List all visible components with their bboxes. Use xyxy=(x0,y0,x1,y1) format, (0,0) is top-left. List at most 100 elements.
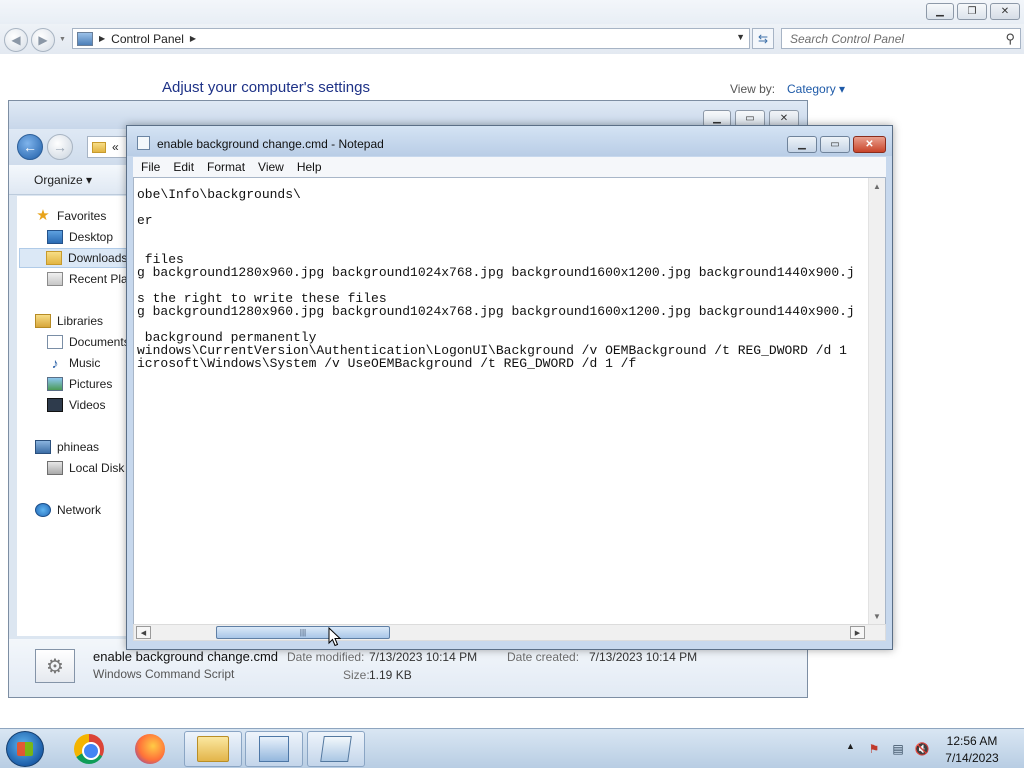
taskbar-notepad[interactable] xyxy=(307,731,365,767)
menu-file[interactable]: File xyxy=(141,160,160,174)
pictures-icon xyxy=(47,377,63,391)
editor-line[interactable] xyxy=(137,227,855,240)
taskbar-file-explorer[interactable] xyxy=(184,731,242,767)
downloads-folder-icon xyxy=(46,251,62,265)
editor-line[interactable]: g background1280x960.jpg background1024x… xyxy=(137,266,855,279)
disk-drive-icon xyxy=(47,461,63,475)
nav-label: Documents xyxy=(69,335,130,349)
scroll-left-icon: ◀ xyxy=(140,629,147,637)
menu-edit[interactable]: Edit xyxy=(173,160,194,174)
nav-computer[interactable]: phineas xyxy=(35,437,99,457)
details-size-label: Size: xyxy=(343,668,370,682)
volume-muted-icon[interactable]: 🔇 xyxy=(914,741,930,757)
back-button[interactable]: ◀ xyxy=(4,28,28,52)
editor-line[interactable] xyxy=(137,201,855,214)
folder-icon xyxy=(92,141,106,153)
clock-time: 12:56 AM xyxy=(946,734,998,748)
details-created-value: 7/13/2023 10:14 PM xyxy=(589,650,698,664)
page-title: Adjust your computer's settings xyxy=(162,79,370,96)
details-size-value: 1.19 KB xyxy=(369,668,412,682)
breadcrumb-control-panel[interactable]: Control Panel xyxy=(111,32,184,46)
network-status-icon[interactable]: ▤ xyxy=(890,741,906,757)
nav-network[interactable]: Network xyxy=(35,500,101,520)
menu-view[interactable]: View xyxy=(258,160,284,174)
nav-desktop[interactable]: Desktop xyxy=(47,227,113,247)
nav-pictures[interactable]: Pictures xyxy=(47,374,112,394)
scroll-down-icon[interactable]: ▼ xyxy=(873,612,881,621)
search-icon[interactable]: ⚲ xyxy=(1005,31,1015,47)
nav-label: phineas xyxy=(57,440,100,454)
nav-music[interactable]: ♪ Music xyxy=(47,353,101,373)
notepad-titlebar[interactable]: enable background change.cmd - Notepad ▁… xyxy=(127,126,892,156)
script-file-icon: ⚙ xyxy=(35,649,75,683)
nav-label: Desktop xyxy=(69,230,114,244)
recent-places-icon xyxy=(47,272,63,286)
minimize-button[interactable]: ▁ xyxy=(787,136,817,153)
scroll-left-button[interactable]: ◀ xyxy=(136,626,151,639)
grip-icon: ||| xyxy=(299,628,307,637)
taskbar: ▲ ⚑ ▤ 🔇 12:56 AM 7/14/2023 xyxy=(0,728,1024,768)
firefox-icon xyxy=(135,734,165,764)
organize-button[interactable]: Organize ▾ xyxy=(34,173,92,187)
view-by-dropdown[interactable]: Category ▾ xyxy=(787,82,845,96)
clock-date: 7/14/2023 xyxy=(945,751,999,765)
scroll-right-button[interactable]: ▶ xyxy=(850,626,865,639)
chevron-down-icon[interactable]: ▼ xyxy=(736,32,745,42)
close-button[interactable]: ✕ xyxy=(990,3,1020,20)
details-modified-value: 7/13/2023 10:14 PM xyxy=(369,650,478,664)
recent-pages-icon[interactable]: ▼ xyxy=(59,36,66,43)
nav-documents[interactable]: Documents xyxy=(47,332,130,352)
taskbar-chrome[interactable] xyxy=(60,731,118,767)
nav-libraries[interactable]: Libraries xyxy=(35,311,103,331)
maximize-button[interactable]: ▭ xyxy=(820,136,850,153)
editor-line[interactable]: obe\Info\backgrounds\ xyxy=(137,188,855,201)
start-button[interactable] xyxy=(6,731,44,767)
mouse-cursor-icon xyxy=(328,627,342,647)
taskbar-firefox[interactable] xyxy=(121,731,179,767)
details-filename: enable background change.cmd xyxy=(93,649,279,664)
search-input[interactable]: Search Control Panel ⚲ xyxy=(781,28,1021,49)
vertical-scrollbar[interactable]: ▲ ▼ xyxy=(868,178,885,625)
nav-downloads[interactable]: Downloads xyxy=(19,248,135,268)
menu-format[interactable]: Format xyxy=(207,160,245,174)
desktop-icon xyxy=(47,230,63,244)
scroll-up-icon[interactable]: ▲ xyxy=(873,182,881,191)
text-editor[interactable]: obe\Info\backgrounds\ er files g backgroun… xyxy=(133,177,886,626)
horizontal-scrollbar[interactable]: ◀ ||| ▶ xyxy=(133,624,886,641)
close-button[interactable]: ✕ xyxy=(853,136,886,153)
action-center-flag-icon[interactable]: ⚑ xyxy=(866,741,882,757)
editor-content[interactable]: obe\Info\backgrounds\ er files g backgroun… xyxy=(137,188,855,370)
nav-favorites[interactable]: ★ Favorites xyxy=(35,206,106,226)
refresh-button[interactable]: ⇆ xyxy=(752,28,774,49)
details-modified-label: Date modified: xyxy=(287,650,365,664)
details-type: Windows Command Script xyxy=(93,667,235,681)
nav-label: Libraries xyxy=(57,314,104,328)
system-clock[interactable]: 12:56 AM 7/14/2023 xyxy=(940,733,1004,767)
back-button[interactable]: ← xyxy=(17,134,43,160)
menu-help[interactable]: Help xyxy=(297,160,322,174)
taskbar-control-panel[interactable] xyxy=(245,731,303,767)
nav-label: Downloads xyxy=(68,251,128,265)
search-placeholder: Search Control Panel xyxy=(790,31,905,46)
nav-label: Videos xyxy=(69,398,106,412)
minimize-button[interactable]: ▁ xyxy=(926,3,954,20)
forward-button[interactable]: → xyxy=(47,134,73,160)
back-arrow-icon: ← xyxy=(23,139,37,155)
editor-line[interactable]: er xyxy=(137,214,855,227)
editor-line[interactable]: g background1280x960.jpg background1024x… xyxy=(137,305,855,318)
editor-line[interactable]: icrosoft\Windows\System /v UseOEMBackgro… xyxy=(137,357,855,370)
breadcrumb-overflow[interactable]: « xyxy=(112,140,119,154)
nav-videos[interactable]: Videos xyxy=(47,395,105,415)
file-explorer-icon xyxy=(197,736,229,762)
breadcrumb-arrow-icon[interactable]: ▶ xyxy=(99,34,105,43)
address-bar[interactable]: ▶ Control Panel ▶ ▼ xyxy=(72,28,750,49)
forward-button[interactable]: ▶ xyxy=(31,28,55,52)
restore-button[interactable]: ❐ xyxy=(957,3,987,20)
control-panel-icon xyxy=(259,736,289,762)
horizontal-scroll-thumb[interactable]: ||| xyxy=(216,626,390,639)
editor-line[interactable] xyxy=(137,240,855,253)
show-hidden-icons-button[interactable]: ▲ xyxy=(846,741,855,751)
breadcrumb-arrow-icon[interactable]: ▶ xyxy=(190,34,196,43)
forward-arrow-icon: → xyxy=(53,139,67,155)
notepad-icon xyxy=(137,136,150,150)
